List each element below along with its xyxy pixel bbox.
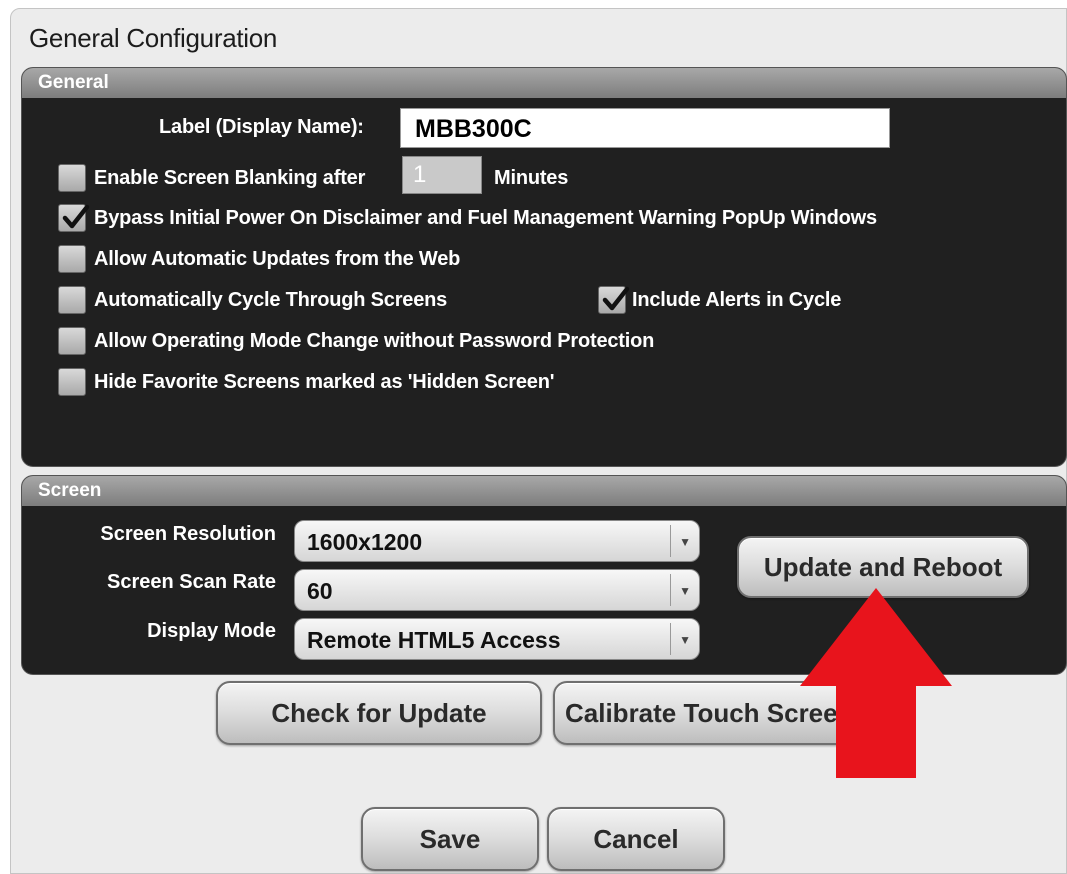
label-caption: Label (Display Name): (159, 116, 364, 138)
screen-blanking-checkbox[interactable] (58, 164, 86, 192)
screen-blanking-label: Enable Screen Blanking after (94, 167, 366, 189)
chevron-down-icon[interactable]: ▼ (679, 521, 691, 563)
general-panel-header: General (22, 68, 1066, 98)
scan-rate-value: 60 (307, 578, 333, 604)
include-alerts-checkbox[interactable] (598, 286, 630, 314)
resolution-value: 1600x1200 (307, 529, 423, 555)
hide-favorites-checkbox[interactable] (58, 368, 86, 396)
hide-favorites-label: Hide Favorite Screens marked as 'Hidden … (94, 371, 555, 393)
display-mode-label: Display Mode (147, 620, 276, 642)
cycle-screens-label: Automatically Cycle Through Screens (94, 289, 448, 311)
cancel-button[interactable]: Cancel (547, 807, 725, 871)
bypass-disclaimer-label: Bypass Initial Power On Disclaimer and F… (94, 207, 877, 229)
general-panel: General Label (Display Name): MBB300C En… (21, 67, 1067, 467)
resolution-label: Screen Resolution (100, 523, 276, 545)
display-mode-select[interactable]: Remote HTML5 Access ▼ (294, 618, 700, 660)
check-for-update-button[interactable]: Check for Update (216, 681, 542, 745)
minutes-label: Minutes (494, 167, 569, 189)
auto-updates-checkbox[interactable] (58, 245, 86, 273)
select-divider (670, 525, 671, 557)
screen-panel-header: Screen (22, 476, 1066, 506)
select-divider (670, 623, 671, 655)
resolution-select[interactable]: 1600x1200 ▼ (294, 520, 700, 562)
check-icon (602, 286, 630, 311)
scan-rate-select[interactable]: 60 ▼ (294, 569, 700, 611)
display-mode-value: Remote HTML5 Access (307, 627, 561, 653)
scan-rate-label: Screen Scan Rate (107, 571, 276, 593)
chevron-down-icon[interactable]: ▼ (679, 619, 691, 661)
save-button[interactable]: Save (361, 807, 539, 871)
mode-change-checkbox[interactable] (58, 327, 86, 355)
chevron-down-icon[interactable]: ▼ (679, 570, 691, 612)
annotation-arrow-up-icon (800, 588, 952, 778)
select-divider (670, 574, 671, 606)
auto-updates-label: Allow Automatic Updates from the Web (94, 248, 461, 270)
bypass-disclaimer-checkbox[interactable] (58, 204, 90, 232)
cycle-screens-checkbox[interactable] (58, 286, 86, 314)
blanking-minutes-input[interactable]: 1 (402, 156, 482, 194)
check-icon (62, 204, 90, 229)
mode-change-label: Allow Operating Mode Change without Pass… (94, 330, 655, 352)
display-name-input[interactable]: MBB300C (400, 108, 890, 148)
window-title: General Configuration (29, 23, 278, 53)
include-alerts-label: Include Alerts in Cycle (632, 289, 842, 311)
